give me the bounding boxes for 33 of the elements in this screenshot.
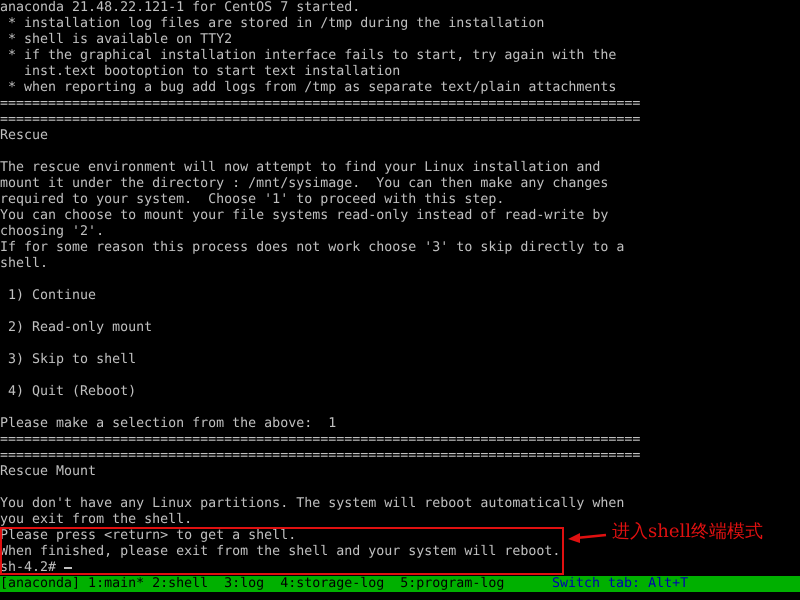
separator-line: ================================================================================ [0,448,640,464]
arrow-icon [568,533,606,543]
terminal-line: choosing '2'. [0,224,104,240]
terminal-line: you exit from the shell. [0,512,192,528]
terminal-line: mount it under the directory : /mnt/sysimage. You can then make any changes [0,176,608,192]
terminal-line: required to your system. Choose '1' to proceed with this step. [0,192,504,208]
shell-prompt: sh-4.2# [0,560,56,576]
terminal-line: You can choose to mount your file systems read-only instead of read-write by [0,208,608,224]
terminal-line: 4) Quit (Reboot) [7,384,136,400]
text-cursor [64,567,72,569]
terminal-line: Rescue [0,128,48,144]
separator-line: ================================================================================ [0,96,640,112]
key-hint: Switch tab: Alt+T [552,576,688,592]
terminal-line: 2) Read-only mount [7,320,152,336]
terminal-line: * shell is available on TTY2 [7,32,232,48]
separator-line: ================================================================================ [0,112,640,128]
annotation-label: 进入shell终端模式 [612,520,763,543]
terminal-line: Please press <return> to get a shell. [0,528,296,544]
terminal-line: If for some reason this process does not work choose '3' to skip directly to a [0,240,624,256]
terminal-line: inst.text bootoption to start text installation [23,64,400,80]
terminal-line: You don't have any Linux partitions. The system will reboot automatically when [0,496,624,512]
terminal-line: shell. [0,256,48,272]
terminal-line: Rescue Mount [0,464,96,480]
terminal-line: * installation log files are stored in /tmp during the installation [7,16,544,32]
separator-line: ================================================================================ [0,432,640,448]
terminal-line: anaconda 21.48.22.121-1 for CentOS 7 started. [0,0,360,16]
terminal-line: * when reporting a bug add logs from /tmp as separate text/plain attachments [7,80,616,96]
terminal-line: Please make a selection from the above: 1 [0,416,336,432]
window-list: [anaconda] 1:main* 2:shell 3:log 4:storage-log 5:program-log [0,576,552,592]
terminal-line: 1) Continue [7,288,96,304]
terminal-line: The rescue environment will now attempt to find your Linux installation and [0,160,600,176]
terminal-line: * if the graphical installation interface fails to start, try again with the [7,48,616,64]
terminal-line: 3) Skip to shell [7,352,136,368]
